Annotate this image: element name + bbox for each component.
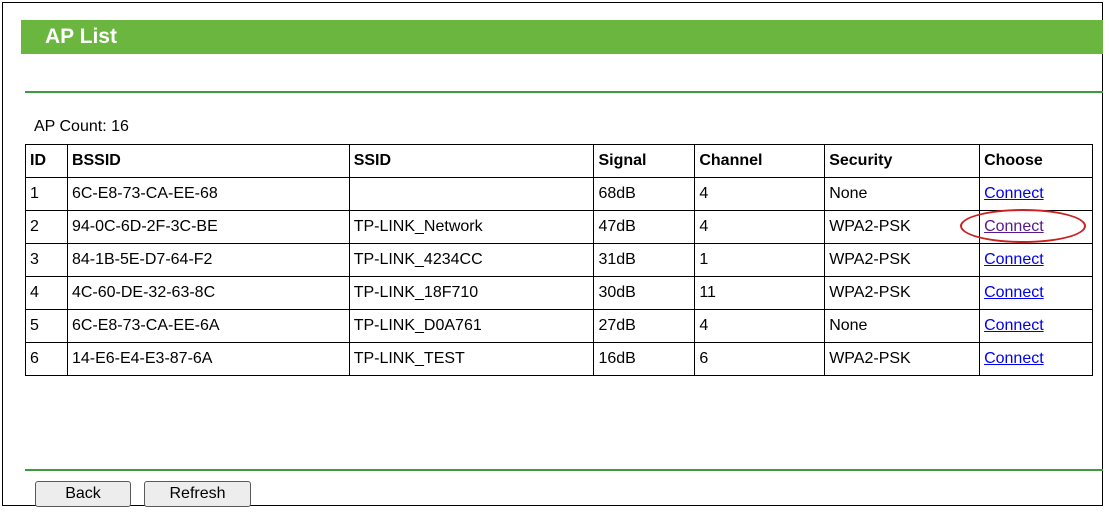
- cell-ssid: TP-LINK_Network: [348, 210, 595, 244]
- cell-bssid: 84-1B-5E-D7-64-F2: [66, 243, 350, 277]
- cell-signal: 30dB: [593, 276, 696, 310]
- cell-id: 5: [25, 309, 68, 343]
- cell-ssid: TP-LINK_TEST: [348, 342, 595, 376]
- cell-id: 1: [25, 177, 68, 211]
- column-header-security: Security: [824, 144, 981, 178]
- cell-ssid: TP-LINK_D0A761: [348, 309, 595, 343]
- cell-channel: 4: [694, 177, 826, 211]
- cell-security: WPA2-PSK: [824, 243, 981, 277]
- column-header-id: ID: [25, 144, 68, 178]
- cell-choose: Connect: [979, 309, 1093, 343]
- table-row: 2 94-0C-6D-2F-3C-BE TP-LINK_Network 47dB…: [25, 209, 1093, 244]
- cell-security: WPA2-PSK: [824, 210, 981, 244]
- cell-choose: Connect: [960, 209, 1093, 244]
- cell-choose: Connect: [979, 276, 1093, 310]
- table-row: 5 6C-E8-73-CA-EE-6A TP-LINK_D0A761 27dB …: [25, 309, 1093, 343]
- cell-channel: 4: [694, 309, 826, 343]
- connect-link[interactable]: Connect: [984, 350, 1044, 367]
- connect-link[interactable]: Connect: [984, 284, 1044, 301]
- cell-channel: 4: [694, 210, 826, 244]
- cell-bssid: 4C-60-DE-32-63-8C: [66, 276, 350, 310]
- cell-channel: 11: [694, 276, 826, 310]
- column-header-choose: Choose: [979, 144, 1093, 178]
- column-header-signal: Signal: [593, 144, 696, 178]
- cell-signal: 16dB: [593, 342, 696, 376]
- top-divider: [25, 91, 1103, 93]
- ap-count-label: AP Count: 16: [34, 118, 129, 135]
- table-row: 3 84-1B-5E-D7-64-F2 TP-LINK_4234CC 31dB …: [25, 243, 1093, 277]
- back-button[interactable]: Back: [35, 481, 131, 507]
- cell-security: None: [824, 309, 981, 343]
- cell-id: 4: [25, 276, 68, 310]
- table-row: 1 6C-E8-73-CA-EE-68 68dB 4 None Connect: [25, 177, 1093, 211]
- cell-choose: Connect: [979, 342, 1093, 376]
- cell-bssid: 14-E6-E4-E3-87-6A: [66, 342, 350, 376]
- page-frame: AP List AP Count: 16 ID BSSID SSID Signa…: [2, 2, 1103, 507]
- table-header-row: ID BSSID SSID Signal Channel Security Ch…: [25, 144, 1093, 178]
- cell-bssid: 6C-E8-73-CA-EE-68: [66, 177, 350, 211]
- refresh-button[interactable]: Refresh: [144, 481, 251, 507]
- connect-link[interactable]: Connect: [984, 251, 1044, 268]
- cell-ssid: [348, 177, 595, 211]
- cell-security: WPA2-PSK: [824, 276, 981, 310]
- cell-id: 2: [25, 210, 68, 244]
- column-header-bssid: BSSID: [66, 144, 350, 178]
- cell-signal: 47dB: [593, 210, 696, 244]
- cell-signal: 68dB: [593, 177, 696, 211]
- cell-choose: Connect: [979, 243, 1093, 277]
- cell-security: WPA2-PSK: [824, 342, 981, 376]
- ap-list-table: ID BSSID SSID Signal Channel Security Ch…: [25, 144, 1093, 376]
- cell-choose: Connect: [979, 177, 1093, 211]
- bottom-divider: [25, 469, 1103, 471]
- cell-bssid: 94-0C-6D-2F-3C-BE: [66, 210, 350, 244]
- cell-signal: 27dB: [593, 309, 696, 343]
- cell-id: 6: [25, 342, 68, 376]
- cell-bssid: 6C-E8-73-CA-EE-6A: [66, 309, 350, 343]
- connect-link-highlighted[interactable]: Connect: [984, 218, 1044, 235]
- cell-security: None: [824, 177, 981, 211]
- cell-ssid: TP-LINK_18F710: [348, 276, 595, 310]
- table-row: 6 14-E6-E4-E3-87-6A TP-LINK_TEST 16dB 6 …: [25, 342, 1093, 376]
- connect-link[interactable]: Connect: [984, 317, 1044, 334]
- cell-channel: 6: [694, 342, 826, 376]
- title-bar: AP List: [21, 20, 1103, 54]
- connect-link[interactable]: Connect: [984, 185, 1044, 202]
- column-header-ssid: SSID: [348, 144, 595, 178]
- cell-id: 3: [25, 243, 68, 277]
- cell-signal: 31dB: [593, 243, 696, 277]
- page-title: AP List: [45, 25, 117, 48]
- column-header-channel: Channel: [694, 144, 826, 178]
- table-row: 4 4C-60-DE-32-63-8C TP-LINK_18F710 30dB …: [25, 276, 1093, 310]
- cell-channel: 1: [694, 243, 826, 277]
- cell-ssid: TP-LINK_4234CC: [348, 243, 595, 277]
